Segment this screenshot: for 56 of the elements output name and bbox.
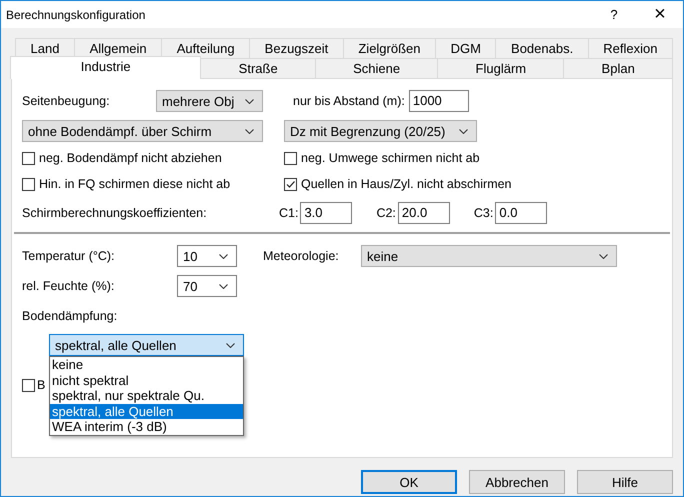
window-title: Berechnungskonfiguration	[6, 8, 146, 22]
tab[interactable]: Fluglärm	[437, 58, 564, 78]
input-field[interactable]: 20.0	[398, 202, 450, 224]
chevron-down-icon	[245, 98, 254, 104]
tab[interactable]: Reflexion	[588, 38, 674, 58]
field-label: C1:	[279, 206, 298, 220]
dropdown[interactable]: spektral, alle Quellen	[49, 334, 244, 356]
chevron-down-icon	[226, 342, 235, 348]
tab[interactable]: Industrie	[10, 56, 202, 79]
checkbox[interactable]	[22, 178, 35, 190]
checkbox[interactable]	[284, 178, 297, 190]
field-label: nur bis Abstand (m):	[293, 94, 405, 108]
field-label: C3:	[474, 206, 494, 220]
field-label: Seitenbeugung:	[22, 94, 111, 108]
dropdown-option[interactable]: keine	[50, 357, 243, 373]
close-button[interactable]: ×	[637, 1, 683, 28]
dropdown-option[interactable]: WEA interim (-3 dB)	[50, 419, 243, 435]
dropdown-option[interactable]: spektral, nur spektrale Qu.	[50, 388, 243, 404]
checkbox-label: neg. Umwege schirmen nicht ab	[301, 151, 480, 165]
chevron-down-icon	[245, 128, 254, 134]
field-label: Schirmberechnungskoeffizienten:	[22, 206, 207, 220]
field-label: rel. Feuchte (%):	[22, 279, 116, 293]
chevron-down-icon	[219, 254, 228, 258]
field-label: C2:	[376, 206, 396, 220]
tab[interactable]: Zielgrößen	[342, 38, 436, 58]
input-field[interactable]: 3.0	[300, 202, 352, 224]
dropdown[interactable]: mehrere Obj	[156, 90, 263, 112]
tab[interactable]: Aufteilung	[161, 38, 250, 58]
field-label: Temperatur (°C):	[22, 249, 116, 263]
dropdown[interactable]: Dz mit Begrenzung (20/25)	[284, 120, 477, 142]
dropdown-option[interactable]: spektral, alle Quellen	[50, 404, 243, 420]
checkbox-label: B	[37, 378, 46, 392]
dialog-button[interactable]: Hilfe	[577, 470, 673, 494]
chevron-down-icon	[599, 254, 608, 258]
chevron-down-icon	[459, 128, 468, 134]
input-field[interactable]: 1000	[408, 90, 469, 112]
checkbox[interactable]	[284, 152, 297, 164]
checkbox[interactable]	[22, 152, 35, 164]
chevron-down-icon	[219, 284, 228, 288]
input-field[interactable]: 0.0	[495, 202, 548, 224]
dialog-button[interactable]: Abbrechen	[469, 470, 565, 494]
dropdown-option[interactable]: nicht spektral	[50, 372, 243, 388]
dropdown[interactable]: 10	[177, 245, 237, 267]
dropdown[interactable]: ohne Bodendämpf. über Schirm	[22, 120, 263, 142]
dialog-button[interactable]: OK	[361, 470, 457, 494]
help-button[interactable]: ?	[591, 1, 637, 28]
checkbox[interactable]	[22, 378, 35, 392]
tab[interactable]: Bezugszeit	[249, 38, 344, 58]
field-label: Meteorologie:	[263, 249, 340, 263]
checkbox-label: Hin. in FQ schirmen diese nicht ab	[39, 177, 230, 191]
checkbox-label: Quellen in Haus/Zyl. nicht abschirmen	[301, 177, 512, 191]
checkbox-label: neg. Bodendämpf nicht abziehen	[39, 151, 222, 165]
dropdown[interactable]: keine	[361, 245, 617, 267]
field-label: Bodendämpfung:	[22, 309, 118, 323]
tab[interactable]: Bplan	[563, 58, 674, 78]
dropdown[interactable]: 70	[177, 275, 237, 297]
